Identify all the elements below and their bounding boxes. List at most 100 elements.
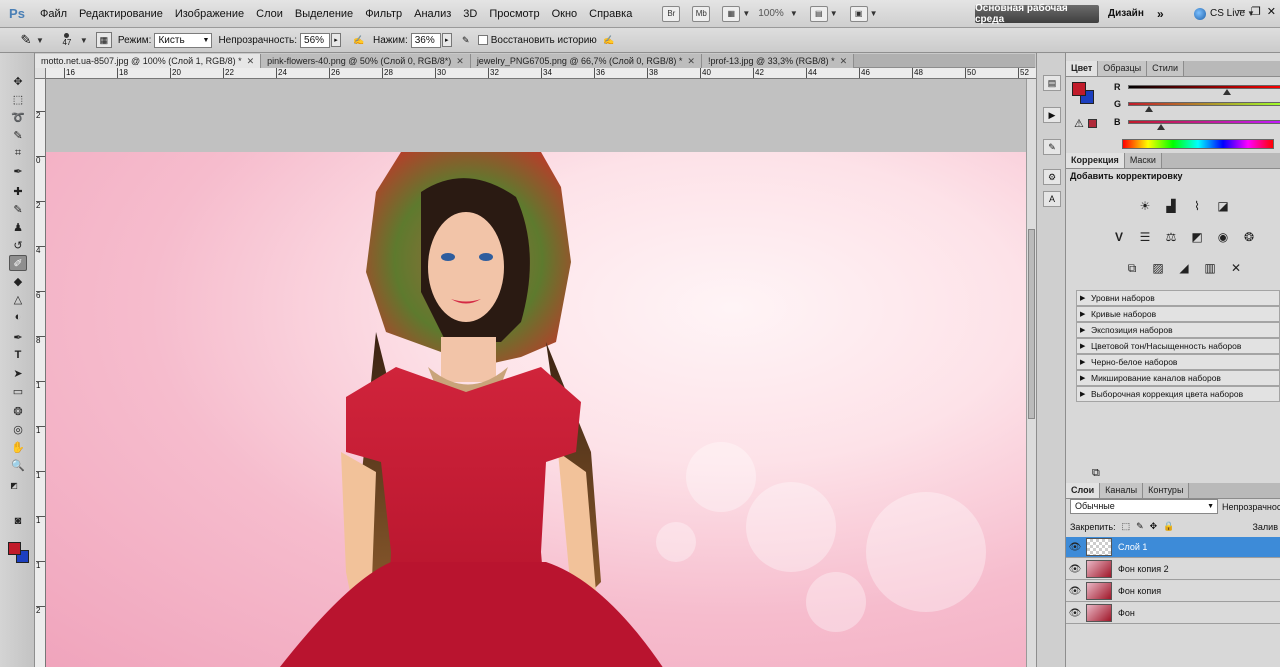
- lock-all-icon[interactable]: 🔒: [1163, 521, 1174, 532]
- crop-tool-icon[interactable]: ⌗: [9, 145, 27, 161]
- chevron-down-icon[interactable]: ▼: [790, 9, 798, 18]
- airbrush-icon[interactable]: ✎: [458, 32, 474, 48]
- quick-selection-tool-icon[interactable]: ✎: [9, 127, 27, 143]
- zoom-tool-icon[interactable]: 🔍: [9, 457, 27, 473]
- quick-mask-icon[interactable]: ◙: [9, 513, 27, 529]
- pressure-input[interactable]: 36%: [410, 32, 441, 48]
- screen-mode-icon[interactable]: ▣: [849, 5, 868, 22]
- gamut-warning-icon[interactable]: ⚠: [1074, 117, 1084, 130]
- menu-edit[interactable]: Редактирование: [73, 0, 169, 28]
- path-selection-tool-icon[interactable]: ➤: [9, 365, 27, 381]
- dodge-tool-icon[interactable]: ◐: [9, 309, 27, 325]
- color-spectrum[interactable]: [1122, 139, 1274, 149]
- chevron-down-icon[interactable]: ▼: [36, 36, 44, 45]
- opacity-slider-arrow-icon[interactable]: ▸: [331, 33, 342, 47]
- workspace-design-button[interactable]: Дизайн: [1108, 5, 1144, 23]
- menu-help[interactable]: Справка: [583, 0, 638, 28]
- close-icon[interactable]: ✕: [687, 54, 695, 68]
- blend-mode-select[interactable]: Обычные: [1070, 499, 1218, 514]
- eye-icon[interactable]: 👁: [1066, 608, 1084, 619]
- shape-tool-icon[interactable]: ▭: [9, 383, 27, 399]
- tab-paths[interactable]: Контуры: [1143, 483, 1190, 498]
- healing-brush-tool-icon[interactable]: ✚: [9, 183, 27, 199]
- horizontal-ruler[interactable]: 16 18 20 22 24 26 28 30 32 34 36 38 40 42 44 46 48 50 52: [46, 68, 1036, 79]
- layer-row[interactable]: 👁 Фон копия 2: [1066, 559, 1280, 580]
- blue-slider-thumb[interactable]: [1157, 124, 1165, 130]
- blue-slider[interactable]: B: [1114, 116, 1280, 130]
- minimize-icon[interactable]: ─: [1237, 5, 1245, 18]
- view-extras-icon[interactable]: ▦: [722, 5, 741, 22]
- doc-tab[interactable]: !prof-13.jpg @ 33,3% (RGB/8) * ✕: [701, 54, 855, 68]
- menu-filter[interactable]: Фильтр: [359, 0, 408, 28]
- tablet-size-icon[interactable]: ✍: [601, 32, 617, 48]
- menu-window[interactable]: Окно: [546, 0, 584, 28]
- menu-analysis[interactable]: Анализ: [408, 0, 457, 28]
- levels-icon[interactable]: ▟: [1162, 197, 1180, 215]
- zoom-level[interactable]: 100%: [758, 8, 784, 19]
- history-panel-icon[interactable]: ▤: [1043, 75, 1061, 91]
- doc-tab[interactable]: motto.net.ua-8507.jpg @ 100% (Слой 1, RG…: [35, 54, 262, 68]
- tablet-opacity-icon[interactable]: ✍: [351, 32, 367, 48]
- green-slider-thumb[interactable]: [1145, 106, 1153, 112]
- green-slider[interactable]: G: [1114, 98, 1280, 112]
- more-workspaces-button[interactable]: »: [1157, 5, 1164, 23]
- mode-select[interactable]: Кисть ▼: [154, 32, 213, 48]
- menu-file[interactable]: Файл: [34, 0, 73, 28]
- brightness-icon[interactable]: ☀: [1136, 197, 1154, 215]
- bridge-button[interactable]: Br: [662, 5, 681, 22]
- brush-preset-picker[interactable]: 47: [56, 30, 78, 50]
- red-slider[interactable]: R: [1114, 81, 1280, 95]
- blur-tool-icon[interactable]: △: [9, 291, 27, 307]
- eye-icon[interactable]: 👁: [1066, 542, 1084, 553]
- close-icon[interactable]: ✕: [456, 54, 464, 68]
- curves-icon[interactable]: ⌇: [1188, 197, 1206, 215]
- preset-hue-saturation[interactable]: Цветовой тон/Насыщенность наборов: [1076, 338, 1280, 354]
- black-white-icon[interactable]: ◩: [1188, 228, 1206, 246]
- scrollbar-thumb[interactable]: [1028, 229, 1035, 419]
- vibrance-icon[interactable]: V: [1110, 228, 1128, 246]
- marquee-tool-icon[interactable]: ⬚: [9, 91, 27, 107]
- tab-channels[interactable]: Каналы: [1100, 483, 1144, 498]
- close-icon[interactable]: ✕: [1267, 5, 1276, 18]
- arrange-documents-icon[interactable]: ▤: [809, 5, 828, 22]
- preset-black-white[interactable]: Черно-белое наборов: [1076, 354, 1280, 370]
- lasso-tool-icon[interactable]: ➰: [9, 109, 27, 125]
- 3d-orbit-tool-icon[interactable]: ◎: [9, 421, 27, 437]
- preset-levels[interactable]: Уровни наборов: [1076, 290, 1280, 306]
- pen-tool-icon[interactable]: ✒: [9, 329, 27, 345]
- menu-layers[interactable]: Слои: [250, 0, 289, 28]
- layer-row[interactable]: 👁 Фон копия: [1066, 581, 1280, 602]
- preset-exposure[interactable]: Экспозиция наборов: [1076, 322, 1280, 338]
- 3d-rotate-tool-icon[interactable]: ❂: [9, 403, 27, 419]
- tab-swatches[interactable]: Образцы: [1098, 61, 1148, 76]
- preset-channel-mixer[interactable]: Микширование каналов наборов: [1076, 370, 1280, 386]
- brush-panel-icon[interactable]: ▦: [95, 32, 112, 48]
- document-image[interactable]: [46, 152, 1026, 667]
- color-fg-swatch[interactable]: [1072, 82, 1086, 96]
- doc-tab[interactable]: jewelry_PNG6705.png @ 66,7% (Слой 0, RGB…: [470, 54, 702, 68]
- tab-layers[interactable]: Слои: [1066, 483, 1101, 498]
- preset-selective-color[interactable]: Выборочная коррекция цвета наборов: [1076, 386, 1280, 402]
- eraser-tool-icon[interactable]: ✐: [9, 255, 27, 271]
- type-tool-icon[interactable]: T: [9, 347, 27, 363]
- invert-icon[interactable]: ⧉: [1123, 259, 1141, 277]
- brush-presets-icon[interactable]: ✎: [1043, 139, 1061, 155]
- character-panel-icon[interactable]: A: [1043, 191, 1061, 207]
- vertical-ruler[interactable]: 2 0 2 4 6 8 1 1 1 1 1 2: [35, 79, 46, 667]
- adjustment-options-icon[interactable]: ⧉: [1092, 467, 1100, 480]
- eyedropper-tool-icon[interactable]: ✒: [9, 163, 27, 179]
- chevron-down-icon[interactable]: ▼: [870, 9, 878, 18]
- lock-brush-icon[interactable]: ✎: [1136, 521, 1144, 532]
- threshold-icon[interactable]: ◢: [1175, 259, 1193, 277]
- red-slider-thumb[interactable]: [1223, 89, 1231, 95]
- menu-view[interactable]: Просмотр: [483, 0, 545, 28]
- eye-icon[interactable]: 👁: [1066, 586, 1084, 597]
- close-icon[interactable]: ✕: [840, 54, 848, 68]
- doc-tab[interactable]: pink-flowers-40.png @ 50% (Слой 0, RGB/8…: [261, 54, 471, 68]
- restore-icon[interactable]: ❐: [1251, 5, 1261, 18]
- gamut-swatch[interactable]: [1088, 119, 1097, 128]
- foreground-color-swatch[interactable]: [8, 542, 21, 555]
- opacity-input[interactable]: 56%: [300, 32, 331, 48]
- move-tool-icon[interactable]: ✥: [9, 73, 27, 89]
- tab-styles[interactable]: Стили: [1147, 61, 1185, 76]
